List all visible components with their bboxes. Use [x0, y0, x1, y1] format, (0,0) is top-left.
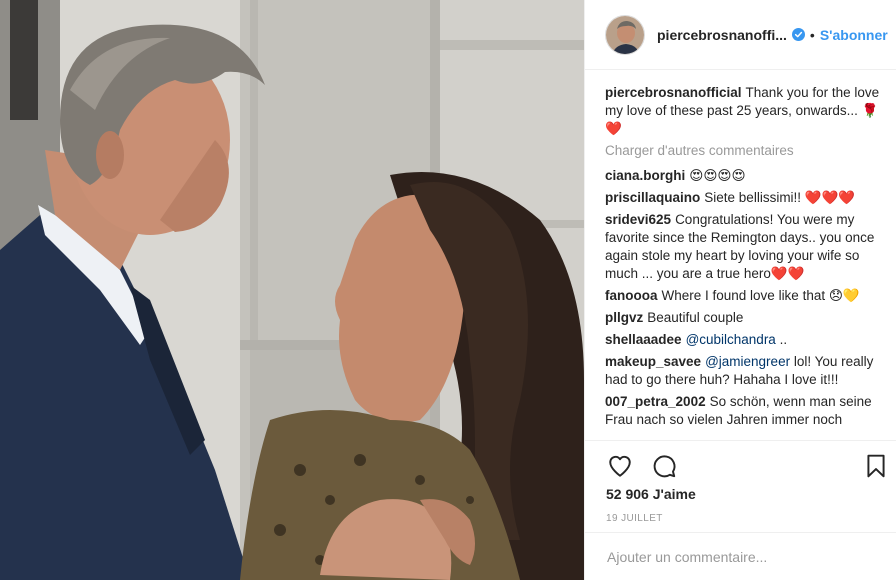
avatar-image — [606, 15, 644, 54]
add-comment-input[interactable] — [607, 547, 877, 567]
comment-text: 😍😍😍😍 — [689, 168, 746, 183]
comment-item: makeup_savee @jamiengreer lol! You really… — [605, 353, 889, 389]
comment-item: priscillaquaino Siete bellissimi!! ❤️❤️❤️ — [605, 189, 889, 207]
load-more-comments-button[interactable]: Charger d'autres commentaires — [605, 142, 889, 160]
likes-count[interactable]: 52 906 J'aime — [606, 486, 696, 502]
comment-item: pllgvz Beautiful couple — [605, 309, 889, 327]
bookmark-icon[interactable] — [863, 453, 889, 479]
comment-item: 007_petra_2002 So schön, wenn man seine F… — [605, 393, 889, 429]
speech-bubble-icon[interactable] — [651, 453, 677, 479]
heart-outline-icon[interactable] — [607, 453, 633, 479]
comment-text: Siete bellissimi!! ❤️❤️❤️ — [704, 190, 856, 205]
header-separator: • — [809, 26, 815, 43]
post-date: 19 JUILLET — [606, 513, 663, 524]
comment-username[interactable]: 007_petra_2002 — [605, 394, 706, 409]
avatar[interactable] — [605, 14, 645, 55]
follow-button[interactable]: S'abonner — [820, 27, 888, 43]
comment-mention[interactable]: @cubilchandra — [686, 332, 776, 347]
comments-list: piercebrosnanofficial Thank you for the l… — [605, 84, 889, 440]
comment-text: Beautiful couple — [647, 310, 744, 325]
comment-text: .. — [775, 332, 788, 347]
comment-mention[interactable]: @jamiengreer — [705, 354, 790, 369]
caption-username[interactable]: piercebrosnanofficial — [605, 85, 742, 100]
comment-text: Where I found love like that 😞💛 — [661, 288, 860, 303]
comment-item: shellaaadee @cubilchandra .. — [605, 331, 889, 349]
couple-photo-illustration — [0, 0, 584, 580]
comment-username[interactable]: ciana.borghi — [605, 168, 685, 183]
comment-item: ciana.borghi 😍😍😍😍 — [605, 167, 889, 185]
comment-username[interactable]: fanoooa — [605, 288, 658, 303]
post-photo[interactable] — [0, 0, 584, 580]
header-username[interactable]: piercebrosnanoffi... — [657, 27, 787, 43]
comment-item: fanoooa Where I found love like that 😞💛 — [605, 287, 889, 305]
post-actions-bar — [585, 440, 896, 490]
post-side-panel: piercebrosnanoffi... • S'abonner pierceb… — [584, 0, 896, 580]
comment-username[interactable]: sridevi625 — [605, 212, 671, 227]
post-header: piercebrosnanoffi... • S'abonner — [585, 0, 896, 70]
caption: piercebrosnanofficial Thank you for the l… — [605, 84, 889, 138]
comment-username[interactable]: pllgvz — [605, 310, 643, 325]
comment-item: sridevi625 Congratulations! You were my f… — [605, 211, 889, 283]
comment-username[interactable]: priscillaquaino — [605, 190, 700, 205]
add-comment-bar — [585, 532, 896, 580]
comment-username[interactable]: makeup_savee — [605, 354, 701, 369]
verified-badge-icon — [791, 28, 805, 41]
comment-username[interactable]: shellaaadee — [605, 332, 682, 347]
